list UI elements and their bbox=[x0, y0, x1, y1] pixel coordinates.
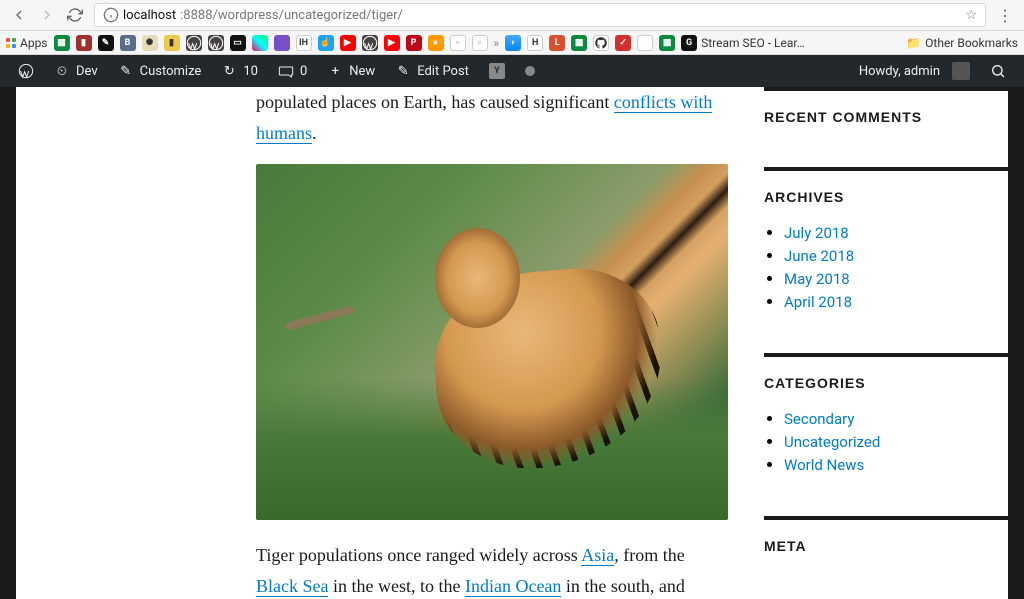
wp-new[interactable]: +New bbox=[317, 55, 385, 87]
archive-link[interactable]: May 2018 bbox=[784, 270, 850, 288]
tiger-image bbox=[256, 164, 728, 520]
other-bookmarks[interactable]: 📁Other Bookmarks bbox=[906, 36, 1018, 50]
bookmark-icon[interactable]: ▦ bbox=[54, 35, 70, 51]
youtube-icon[interactable]: ▶ bbox=[384, 35, 400, 51]
brush-icon: ✎ bbox=[118, 63, 134, 79]
dot-icon bbox=[525, 66, 535, 76]
bookmark-icon[interactable]: ● bbox=[428, 35, 444, 51]
list-item: Uncategorized bbox=[784, 432, 1008, 451]
address-bar[interactable]: localhost :8888/wordpress/uncategorized/t… bbox=[94, 3, 986, 27]
wp-updates[interactable]: ↻10 bbox=[211, 55, 268, 87]
bookmark-icon[interactable]: ☝ bbox=[318, 35, 334, 51]
category-link[interactable]: Secondary bbox=[784, 410, 854, 428]
bookmark-icon[interactable]: H bbox=[527, 35, 543, 51]
wp-search[interactable] bbox=[980, 55, 1016, 87]
search-icon bbox=[990, 63, 1006, 79]
bookmark-icon[interactable]: IH bbox=[296, 35, 312, 51]
list-item: Secondary bbox=[784, 409, 1008, 428]
wordpress-icon[interactable] bbox=[186, 35, 202, 51]
apps-button[interactable]: Apps bbox=[6, 36, 48, 50]
pencil-icon: ✎ bbox=[395, 63, 411, 79]
wp-edit-post[interactable]: ✎Edit Post bbox=[385, 55, 479, 87]
github-icon[interactable] bbox=[593, 35, 609, 51]
list-item: July 2018 bbox=[784, 223, 1008, 242]
bookmark-icon[interactable]: ✓ bbox=[615, 35, 631, 51]
bookmark-icon[interactable]: B bbox=[120, 35, 136, 51]
widget-title: Archives bbox=[764, 189, 1008, 205]
widget-categories: Categories Secondary Uncategorized World… bbox=[764, 353, 1008, 474]
bookmark-icon[interactable] bbox=[274, 35, 290, 51]
wp-admin-bar: ⏲Dev ✎Customize ↻10 0 +New ✎Edit Post Y … bbox=[0, 55, 1024, 87]
widget-title: Meta bbox=[764, 538, 1008, 554]
info-icon bbox=[103, 7, 119, 23]
gauge-icon: ⏲ bbox=[54, 63, 70, 79]
widget-title: Recent Comments bbox=[764, 109, 1008, 125]
bookmark-bar: Apps ▦ ▮ ✎ B ✺ ▮ ▭ IH ☝ ▶ ▶ P ● ▫ ▫ » ◗ … bbox=[0, 31, 1024, 55]
widget-archives: Archives July 2018 June 2018 May 2018 Ap… bbox=[764, 167, 1008, 311]
sidebar: Recent Comments Archives July 2018 June … bbox=[764, 87, 1008, 599]
bookmark-icon[interactable]: ▮ bbox=[164, 35, 180, 51]
comment-icon bbox=[278, 63, 294, 79]
bookmark-icon[interactable]: ▦ bbox=[571, 35, 587, 51]
chevron-right-icon[interactable]: » bbox=[494, 36, 500, 50]
article-paragraph: populated places on Earth, has caused si… bbox=[256, 87, 728, 148]
bookmark-icon[interactable]: ▫ bbox=[472, 35, 488, 51]
wp-yoast[interactable]: Y bbox=[479, 55, 515, 87]
bookmark-icon[interactable]: ▦ bbox=[659, 35, 675, 51]
reload-button[interactable] bbox=[62, 2, 88, 28]
youtube-icon[interactable]: ▶ bbox=[340, 35, 356, 51]
link-asia[interactable]: Asia bbox=[581, 545, 614, 566]
archive-link[interactable]: July 2018 bbox=[784, 224, 849, 242]
bookmark-icon[interactable]: ✎ bbox=[98, 35, 114, 51]
wordpress-icon[interactable] bbox=[362, 35, 378, 51]
update-icon: ↻ bbox=[221, 63, 237, 79]
pinterest-icon[interactable]: P bbox=[406, 35, 422, 51]
yoast-icon: Y bbox=[489, 63, 505, 79]
bookmark-icon[interactable]: ▮ bbox=[76, 35, 92, 51]
category-link[interactable]: World News bbox=[784, 456, 864, 474]
wp-logo[interactable] bbox=[8, 55, 44, 87]
list-item: May 2018 bbox=[784, 269, 1008, 288]
list-item: April 2018 bbox=[784, 292, 1008, 311]
widget-meta: Meta bbox=[764, 516, 1008, 554]
bookmark-icon[interactable]: ▫ bbox=[450, 35, 466, 51]
article-paragraph: Tiger populations once ranged widely acr… bbox=[256, 540, 728, 599]
bookmark-icon[interactable]: ◗ bbox=[505, 35, 521, 51]
archive-link[interactable]: April 2018 bbox=[784, 293, 852, 311]
list-item: June 2018 bbox=[784, 246, 1008, 265]
bookmark-icon[interactable] bbox=[252, 35, 268, 51]
avatar bbox=[952, 62, 970, 80]
link-black-sea[interactable]: Black Sea bbox=[256, 576, 328, 597]
main-content: populated places on Earth, has caused si… bbox=[16, 87, 764, 599]
url-path: :8888/wordpress/uncategorized/tiger/ bbox=[180, 8, 403, 23]
forward-button[interactable] bbox=[34, 2, 60, 28]
wp-customize[interactable]: ✎Customize bbox=[108, 55, 212, 87]
category-link[interactable]: Uncategorized bbox=[784, 433, 880, 451]
wp-howdy[interactable]: Howdy, admin bbox=[849, 55, 980, 87]
link-indian-ocean[interactable]: Indian Ocean bbox=[465, 576, 561, 597]
bookmark-icon[interactable]: ✺ bbox=[142, 35, 158, 51]
wp-status-dot[interactable] bbox=[515, 55, 545, 87]
browser-toolbar: localhost :8888/wordpress/uncategorized/t… bbox=[0, 0, 1024, 31]
url-host: localhost bbox=[123, 8, 176, 23]
archive-link[interactable]: June 2018 bbox=[784, 247, 854, 265]
bookmark-icon[interactable]: L bbox=[549, 35, 565, 51]
page-body: populated places on Earth, has caused si… bbox=[0, 87, 1024, 599]
wp-comments[interactable]: 0 bbox=[268, 55, 317, 87]
list-item: World News bbox=[784, 455, 1008, 474]
wp-site-name[interactable]: ⏲Dev bbox=[44, 55, 108, 87]
wordpress-icon[interactable] bbox=[208, 35, 224, 51]
back-button[interactable] bbox=[6, 2, 32, 28]
plus-icon: + bbox=[327, 63, 343, 79]
bookmark-stream-seo[interactable]: GStream SEO - Lear… bbox=[681, 35, 805, 51]
widget-recent-comments: Recent Comments bbox=[764, 87, 1008, 125]
browser-menu-button[interactable]: ⋮ bbox=[992, 6, 1018, 25]
widget-title: Categories bbox=[764, 375, 1008, 391]
star-icon[interactable]: ☆ bbox=[965, 8, 977, 23]
bookmark-icon[interactable]: ⋮ bbox=[637, 35, 653, 51]
bookmark-icon[interactable]: ▭ bbox=[230, 35, 246, 51]
